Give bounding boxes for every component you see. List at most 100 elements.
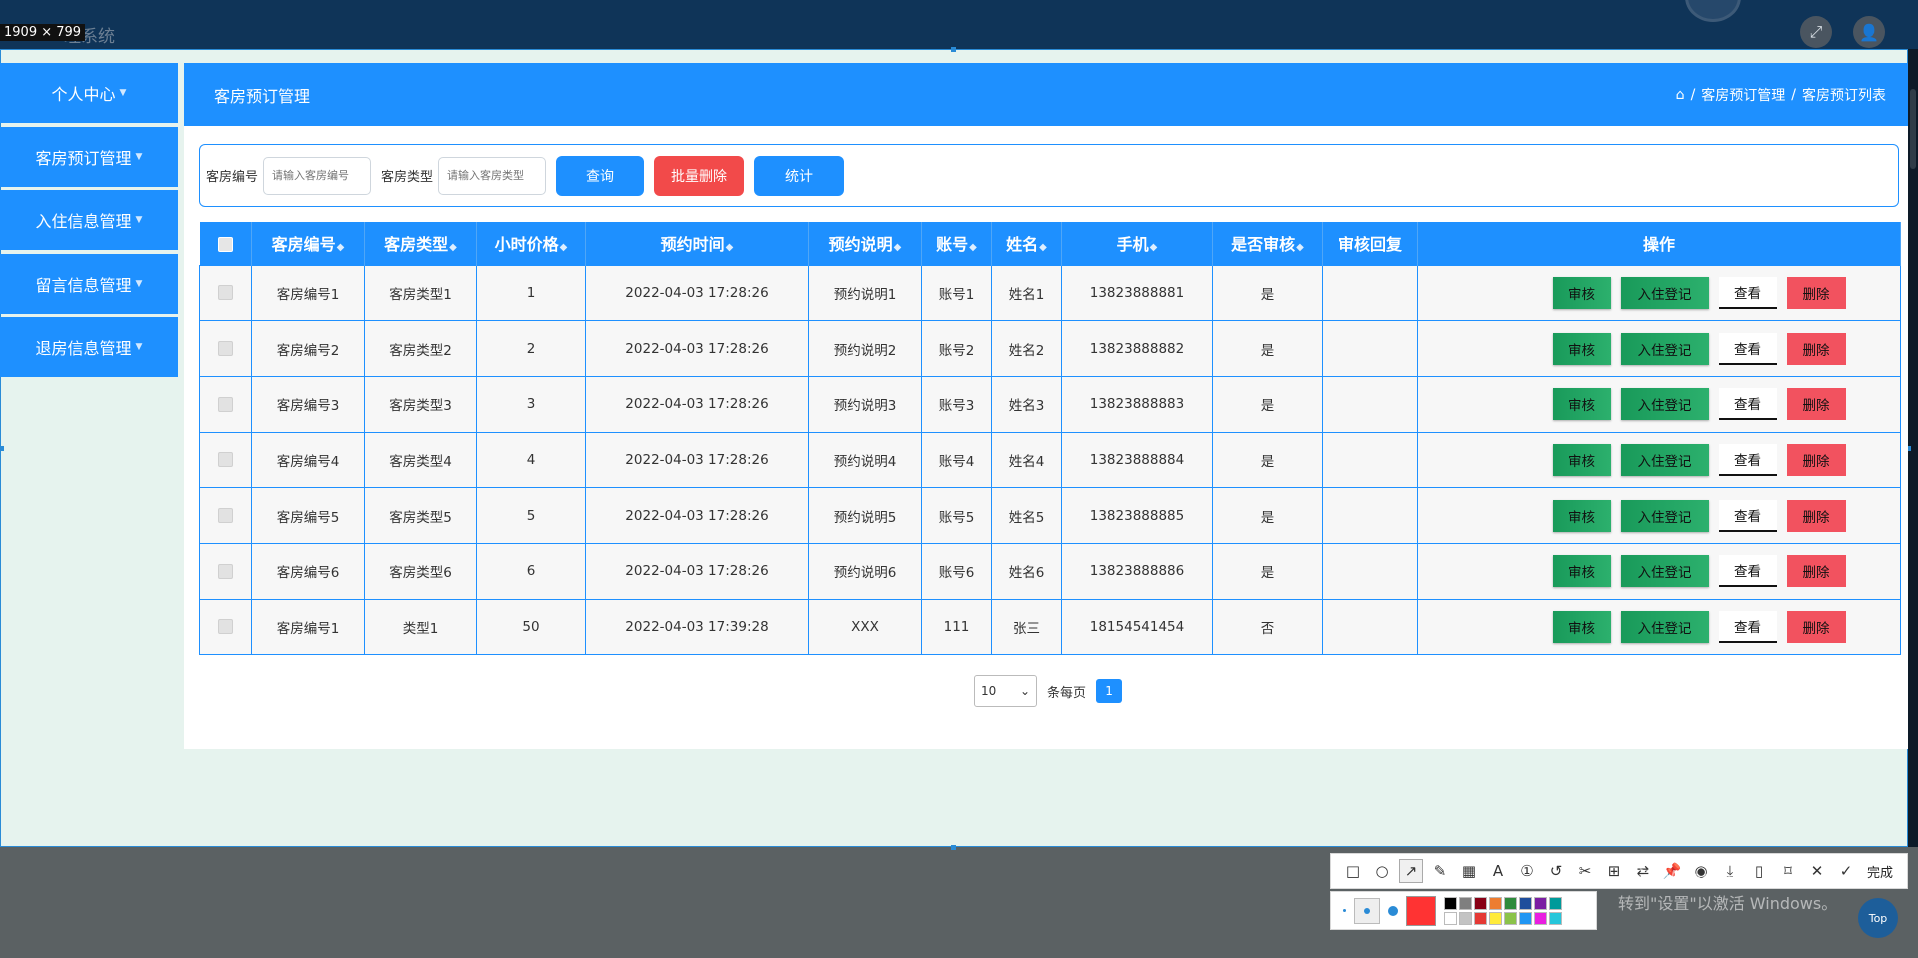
select-all-checkbox[interactable] bbox=[217, 236, 233, 252]
small-size-dot[interactable] bbox=[1343, 909, 1346, 912]
arrow-tool-icon[interactable]: ↗ bbox=[1399, 859, 1423, 883]
color-swatch[interactable] bbox=[1474, 911, 1487, 925]
room-no-input[interactable] bbox=[263, 156, 372, 195]
column-header[interactable]: 预约时间◆ bbox=[585, 222, 809, 265]
mosaic-tool-icon[interactable]: ▦ bbox=[1457, 859, 1481, 883]
color-swatch[interactable] bbox=[1504, 896, 1517, 910]
checkin-button[interactable]: 入住登记 bbox=[1620, 499, 1709, 532]
color-swatch[interactable] bbox=[1549, 896, 1562, 910]
color-swatch[interactable] bbox=[1549, 911, 1562, 925]
column-header[interactable]: 手机◆ bbox=[1061, 222, 1213, 265]
column-header[interactable]: 是否审核◆ bbox=[1212, 222, 1323, 265]
checkin-button[interactable]: 入住登记 bbox=[1620, 388, 1709, 421]
audit-button[interactable]: 审核 bbox=[1552, 610, 1611, 643]
finish-button[interactable]: 完成 bbox=[1867, 862, 1893, 881]
sidebar-item-room-booking[interactable]: 客房预订管理 ▼ bbox=[0, 126, 178, 187]
row-checkbox[interactable] bbox=[218, 285, 233, 301]
color-swatch[interactable] bbox=[1489, 911, 1502, 925]
resize-handle[interactable] bbox=[951, 845, 956, 850]
view-button[interactable]: 查看 bbox=[1718, 388, 1777, 421]
undo-icon[interactable]: ↺ bbox=[1544, 859, 1568, 883]
view-button[interactable]: 查看 bbox=[1718, 443, 1777, 476]
checkin-button[interactable]: 入住登记 bbox=[1620, 555, 1709, 588]
back-to-top-button[interactable]: Top bbox=[1858, 898, 1898, 938]
fullscreen-icon[interactable]: ⤢ bbox=[1800, 16, 1832, 48]
audit-button[interactable]: 审核 bbox=[1552, 276, 1611, 309]
home-icon[interactable]: ⌂ bbox=[1676, 87, 1685, 103]
user-icon[interactable]: 👤 bbox=[1853, 16, 1885, 48]
color-swatch[interactable] bbox=[1534, 911, 1547, 925]
view-button[interactable]: 查看 bbox=[1718, 610, 1777, 643]
column-header[interactable]: 姓名◆ bbox=[991, 222, 1062, 265]
audit-button[interactable]: 审核 bbox=[1552, 555, 1611, 588]
view-button[interactable]: 查看 bbox=[1718, 499, 1777, 532]
row-checkbox[interactable] bbox=[218, 619, 233, 635]
current-color-swatch[interactable] bbox=[1406, 895, 1436, 926]
column-header[interactable]: 账号◆ bbox=[921, 222, 992, 265]
resize-handle[interactable] bbox=[951, 47, 956, 52]
room-type-input[interactable] bbox=[438, 156, 547, 195]
rectangle-tool-icon[interactable]: □ bbox=[1341, 859, 1365, 883]
number-tool-icon[interactable]: ① bbox=[1515, 859, 1539, 883]
row-checkbox[interactable] bbox=[218, 396, 233, 412]
sidebar-item-messages[interactable]: 留言信息管理 ▼ bbox=[0, 253, 178, 314]
cell-room-type: 客房类型5 bbox=[364, 487, 477, 544]
column-header[interactable]: 预约说明◆ bbox=[808, 222, 922, 265]
delete-button[interactable]: 删除 bbox=[1786, 443, 1846, 476]
column-header[interactable]: 客房编号◆ bbox=[251, 222, 365, 265]
delete-button[interactable]: 删除 bbox=[1786, 610, 1846, 643]
page-number-button[interactable]: 1 bbox=[1096, 679, 1123, 703]
cell-name: 姓名4 bbox=[991, 431, 1062, 489]
page-size-select[interactable]: 10 ⌄ bbox=[974, 675, 1037, 707]
color-swatch[interactable] bbox=[1474, 896, 1487, 910]
color-swatch[interactable] bbox=[1519, 911, 1532, 925]
audit-button[interactable]: 审核 bbox=[1552, 499, 1611, 532]
color-swatch[interactable] bbox=[1504, 911, 1517, 925]
bookmark-icon[interactable]: ⌑ bbox=[1776, 859, 1800, 883]
batch-delete-button[interactable]: 批量删除 bbox=[654, 155, 745, 196]
checkin-button[interactable]: 入住登记 bbox=[1620, 332, 1709, 365]
ellipse-tool-icon[interactable]: ○ bbox=[1370, 859, 1394, 883]
audit-button[interactable]: 审核 bbox=[1552, 388, 1611, 421]
checkin-button[interactable]: 入住登记 bbox=[1620, 276, 1709, 309]
check-icon[interactable]: ✓ bbox=[1834, 859, 1858, 883]
delete-button[interactable]: 删除 bbox=[1786, 388, 1846, 421]
checkin-button[interactable]: 入住登记 bbox=[1620, 610, 1709, 643]
color-swatch[interactable] bbox=[1459, 911, 1472, 925]
large-size-dot[interactable] bbox=[1388, 905, 1398, 916]
sidebar-item-checkin[interactable]: 入住信息管理 ▼ bbox=[0, 190, 178, 250]
audit-button[interactable]: 审核 bbox=[1552, 443, 1611, 476]
color-swatch[interactable] bbox=[1444, 896, 1457, 910]
color-swatch[interactable] bbox=[1459, 896, 1472, 910]
column-header[interactable]: 客房类型◆ bbox=[364, 222, 477, 265]
view-button[interactable]: 查看 bbox=[1718, 332, 1777, 365]
view-button[interactable]: 查看 bbox=[1718, 555, 1777, 588]
color-swatch[interactable] bbox=[1519, 896, 1532, 910]
row-checkbox[interactable] bbox=[218, 452, 233, 468]
checkin-button[interactable]: 入住登记 bbox=[1620, 443, 1709, 476]
text-tool-icon[interactable]: A bbox=[1486, 859, 1510, 883]
delete-button[interactable]: 删除 bbox=[1786, 332, 1846, 365]
close-icon[interactable]: ✕ bbox=[1805, 859, 1829, 883]
color-swatch[interactable] bbox=[1534, 896, 1547, 910]
sidebar-item-personal-center[interactable]: 个人中心 ▼ bbox=[0, 63, 178, 123]
pen-tool-icon[interactable]: ✎ bbox=[1428, 859, 1452, 883]
resize-handle[interactable] bbox=[0, 446, 4, 451]
column-header[interactable]: 小时价格◆ bbox=[476, 222, 586, 265]
delete-button[interactable]: 删除 bbox=[1786, 276, 1846, 309]
stats-button[interactable]: 统计 bbox=[754, 155, 845, 196]
query-button[interactable]: 查询 bbox=[556, 155, 645, 196]
sidebar-item-checkout[interactable]: 退房信息管理 ▼ bbox=[0, 317, 178, 377]
row-checkbox[interactable] bbox=[218, 341, 233, 357]
color-swatch[interactable] bbox=[1489, 896, 1502, 910]
medium-size-option[interactable] bbox=[1354, 897, 1380, 924]
view-button[interactable]: 查看 bbox=[1718, 276, 1777, 309]
delete-button[interactable]: 删除 bbox=[1786, 499, 1846, 532]
delete-button[interactable]: 删除 bbox=[1786, 555, 1846, 588]
row-checkbox[interactable] bbox=[218, 563, 233, 579]
audit-button[interactable]: 审核 bbox=[1552, 332, 1611, 365]
row-checkbox[interactable] bbox=[218, 508, 233, 524]
breadcrumb-item[interactable]: 客房预订管理 bbox=[1701, 85, 1785, 105]
scissors-icon[interactable]: ✂ bbox=[1573, 859, 1597, 883]
color-swatch[interactable] bbox=[1444, 911, 1457, 925]
